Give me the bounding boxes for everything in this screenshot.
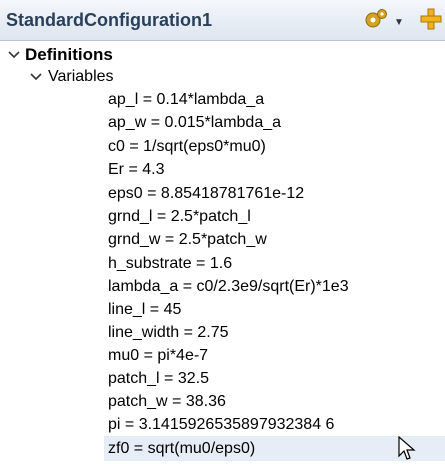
tree-item-variable[interactable]: h_substrate = 1.6: [108, 252, 232, 276]
tree-item-variable[interactable]: ap_w = 0.015*lambda_a: [108, 111, 281, 135]
panel-title: StandardConfiguration1: [6, 10, 212, 30]
mouse-cursor-icon: [398, 436, 416, 460]
tree-item-variable[interactable]: ap_l = 0.14*lambda_a: [108, 88, 264, 112]
tree-item-variable[interactable]: grnd_w = 2.5*patch_w: [108, 228, 267, 252]
tree-node-definitions[interactable]: Definitions: [25, 43, 113, 67]
chevron-down-icon[interactable]: [6, 43, 22, 67]
gear-icon[interactable]: [363, 6, 389, 32]
tree-item-variable[interactable]: line_l = 45: [108, 298, 181, 322]
tree-item-variable[interactable]: eps0 = 8.85418781761e-12: [108, 182, 304, 206]
chevron-down-icon[interactable]: [28, 65, 44, 89]
tree-item-variable[interactable]: Er = 4.3: [108, 158, 164, 182]
add-icon[interactable]: [418, 6, 444, 32]
tree-item-variable[interactable]: line_width = 2.75: [108, 321, 229, 345]
tree-item-variable[interactable]: lambda_a = c0/2.3e9/sqrt(Er)*1e3: [108, 275, 349, 299]
tree-item-variable-selected[interactable]: zf0 = sqrt(mu0/eps0): [108, 437, 255, 461]
panel-header: StandardConfiguration1 ▼: [0, 0, 445, 41]
tree-item-variable[interactable]: patch_w = 38.36: [108, 390, 226, 414]
tree-item-variable[interactable]: grnd_l = 2.5*patch_l: [108, 205, 251, 229]
tree-item-variable[interactable]: patch_l = 32.5: [108, 367, 209, 391]
chevron-down-icon[interactable]: ▼: [394, 17, 404, 28]
tree-node-variables[interactable]: Variables: [48, 65, 114, 89]
tree-item-variable[interactable]: c0 = 1/sqrt(eps0*mu0): [108, 135, 266, 159]
tree-item-variable[interactable]: pi = 3.1415926535897932384 6: [108, 413, 334, 437]
tree-item-variable[interactable]: mu0 = pi*4e-7: [108, 344, 208, 368]
